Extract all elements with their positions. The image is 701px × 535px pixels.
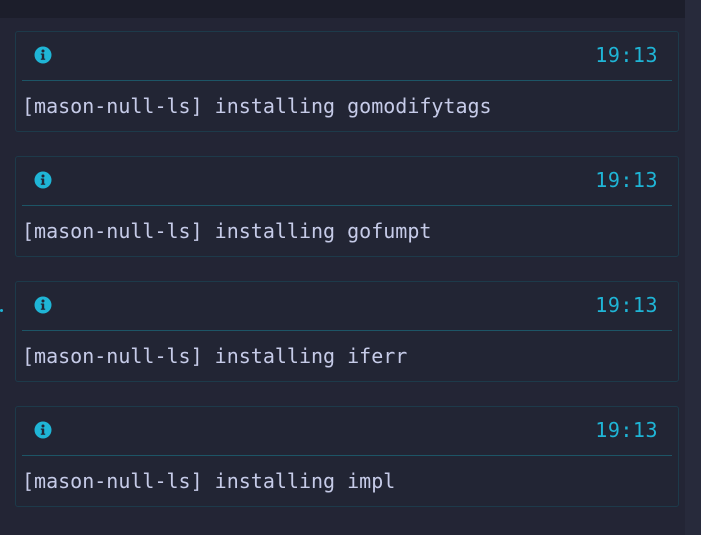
- info-circle-icon: [34, 171, 52, 189]
- notification-divider: [22, 330, 672, 331]
- info-circle-icon: [34, 421, 52, 439]
- notification-toast[interactable]: 19:13 [mason-null-ls] installing iferr: [15, 281, 679, 382]
- notification-divider: [22, 455, 672, 456]
- notification-toast[interactable]: 19:13 [mason-null-ls] installing gofumpt: [15, 156, 679, 257]
- notification-time: 19:13: [595, 168, 658, 192]
- notification-message: [mason-null-ls] installing iferr: [22, 344, 408, 368]
- notification-divider: [22, 205, 672, 206]
- notification-message: [mason-null-ls] installing gomodifytags: [22, 94, 492, 118]
- notification-message: [mason-null-ls] installing gofumpt: [22, 219, 432, 243]
- notification-time: 19:13: [595, 293, 658, 317]
- left-edge-marker: [0, 309, 3, 312]
- notification-toast[interactable]: 19:13 [mason-null-ls] installing gomodif…: [15, 31, 679, 132]
- notification-time: 19:13: [595, 418, 658, 442]
- notification-time: 19:13: [595, 43, 658, 67]
- notification-divider: [22, 80, 672, 81]
- editor-screen: 19:13 [mason-null-ls] installing gomodif…: [0, 0, 701, 535]
- notification-header: 19:13: [16, 32, 678, 80]
- notification-header: 19:13: [16, 157, 678, 205]
- notification-header: 19:13: [16, 282, 678, 330]
- info-circle-icon: [34, 296, 52, 314]
- window-right-strip: [685, 0, 701, 535]
- notification-header: 19:13: [16, 407, 678, 455]
- notification-stack: 19:13 [mason-null-ls] installing gomodif…: [15, 31, 679, 531]
- notification-toast[interactable]: 19:13 [mason-null-ls] installing impl: [15, 406, 679, 507]
- notification-message: [mason-null-ls] installing impl: [22, 469, 396, 493]
- info-circle-icon: [34, 46, 52, 64]
- window-top-band: [0, 0, 685, 18]
